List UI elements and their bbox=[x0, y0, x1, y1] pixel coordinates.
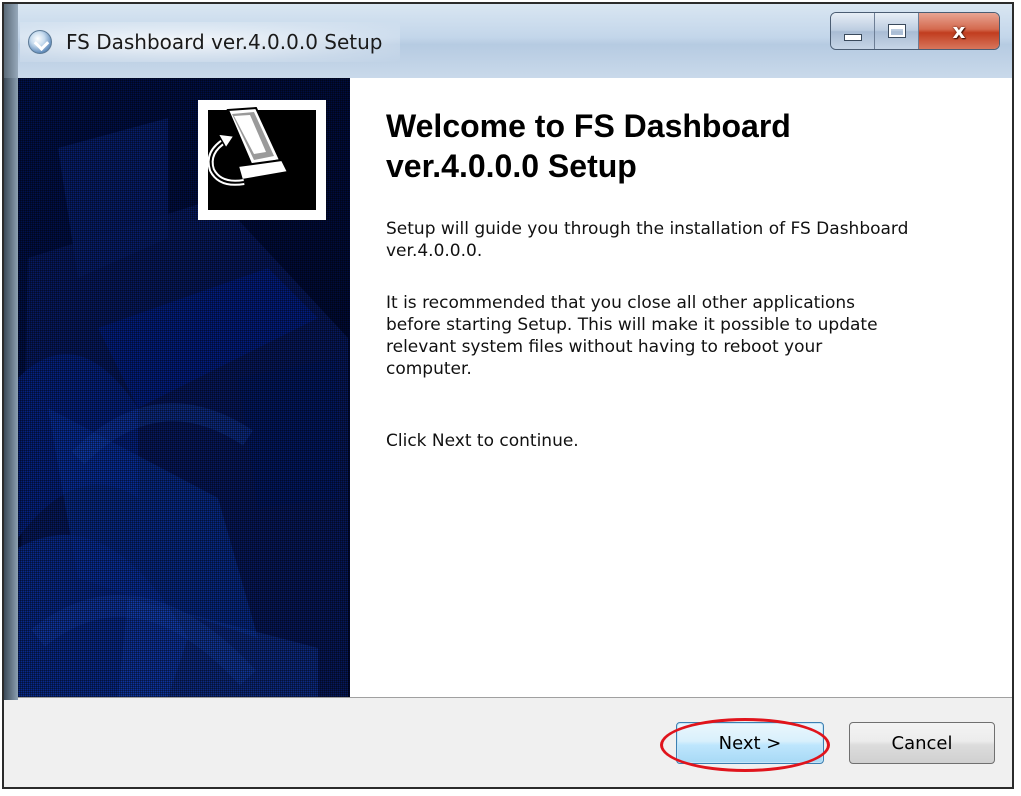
wizard-banner-image bbox=[18, 78, 350, 697]
app-setup-icon bbox=[28, 30, 52, 54]
maximize-button[interactable] bbox=[875, 13, 919, 49]
minimize-button[interactable] bbox=[831, 13, 875, 49]
intro-paragraph: Setup will guide you through the install… bbox=[386, 219, 909, 261]
recommendation-paragraph: It is recommended that you close all oth… bbox=[386, 293, 878, 379]
window-frame-edge bbox=[4, 78, 18, 787]
installer-computer-icon bbox=[207, 106, 290, 186]
setup-window: FS Dashboard ver.4.0.0.0 Setup x Welcome… bbox=[2, 2, 1014, 789]
maximize-icon bbox=[887, 24, 906, 38]
wizard-content: Welcome to FS Dashboard ver.4.0.0.0 Setu… bbox=[350, 78, 1012, 697]
wizard-footer: Next > Cancel bbox=[4, 700, 1012, 787]
caption-buttons: x bbox=[830, 12, 1000, 50]
window-title: FS Dashboard ver.4.0.0.0 Setup bbox=[66, 30, 383, 54]
close-icon: x bbox=[952, 19, 966, 43]
welcome-heading: Welcome to FS Dashboard ver.4.0.0.0 Setu… bbox=[386, 108, 791, 184]
minimize-icon bbox=[843, 33, 862, 41]
banner-logo bbox=[198, 100, 326, 220]
close-button[interactable]: x bbox=[919, 13, 999, 49]
title-bar[interactable]: FS Dashboard ver.4.0.0.0 Setup x bbox=[4, 4, 1012, 78]
continue-instruction: Click Next to continue. bbox=[386, 431, 579, 451]
next-button[interactable]: Next > bbox=[676, 722, 824, 764]
cancel-button[interactable]: Cancel bbox=[849, 722, 995, 764]
